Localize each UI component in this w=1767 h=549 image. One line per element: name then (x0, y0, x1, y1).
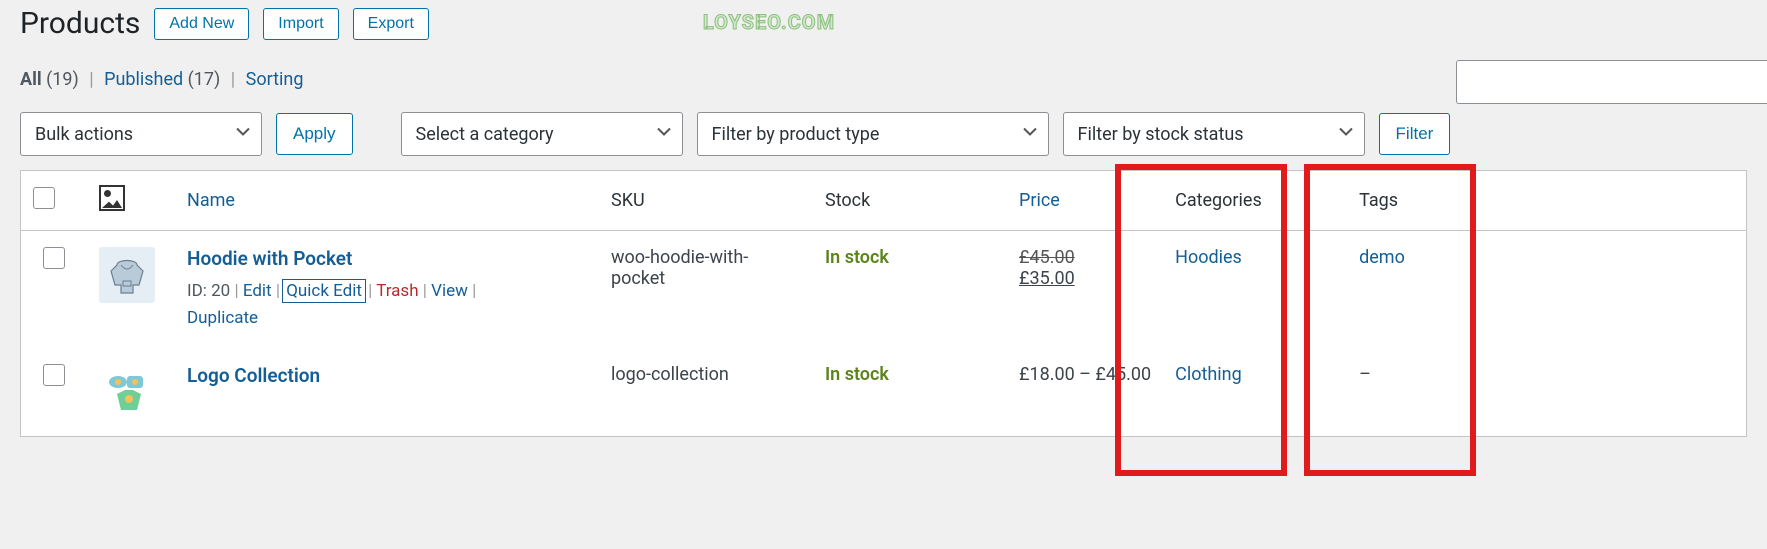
select-type-label: Filter by product type (712, 124, 880, 145)
table-row: Logo Collection logo-collection In stock… (21, 348, 1747, 437)
category-link[interactable]: Hoodies (1175, 247, 1242, 268)
product-sku: woo-hoodie-with-pocket (599, 231, 813, 349)
select-stock-status[interactable]: Filter by stock status (1063, 112, 1365, 156)
quick-edit-link[interactable]: Quick Edit (284, 281, 364, 301)
product-thumbnail[interactable] (99, 364, 155, 420)
import-button[interactable]: Import (263, 8, 338, 40)
tag-empty: – (1359, 364, 1371, 385)
category-link[interactable]: Clothing (1175, 364, 1242, 385)
logo-collection-icon (103, 368, 151, 416)
bulk-actions-select[interactable]: Bulk actions (20, 112, 262, 156)
export-button[interactable]: Export (353, 8, 429, 40)
table-row: Hoodie with Pocket ID: 20 | Edit | Quick… (21, 231, 1747, 349)
stock-status: In stock (825, 247, 889, 268)
row-checkbox[interactable] (43, 247, 65, 269)
filter-published-link[interactable]: Published (104, 69, 183, 90)
price-old: £45.00 (1019, 247, 1075, 268)
product-title-link[interactable]: Logo Collection (187, 364, 320, 387)
select-product-type[interactable]: Filter by product type (697, 112, 1049, 156)
column-price[interactable]: Price (1007, 171, 1163, 231)
hoodie-icon (103, 251, 151, 299)
column-tags: Tags (1347, 171, 1491, 231)
chevron-down-icon (1338, 124, 1354, 145)
filter-all-count: (19) (46, 69, 79, 90)
chevron-down-icon (656, 124, 672, 145)
price-new: £35.00 (1019, 268, 1075, 289)
duplicate-link[interactable]: Duplicate (187, 308, 258, 328)
column-name[interactable]: Name (175, 171, 599, 231)
column-stock: Stock (813, 171, 1007, 231)
row-checkbox[interactable] (43, 364, 65, 386)
select-category[interactable]: Select a category (401, 112, 683, 156)
product-thumbnail[interactable] (99, 247, 155, 303)
product-sku: logo-collection (599, 348, 813, 437)
filter-all-label[interactable]: All (20, 69, 42, 90)
column-categories: Categories (1163, 171, 1347, 231)
products-table: Name SKU Stock Price Categories Tags (20, 170, 1747, 437)
stock-status: In stock (825, 364, 889, 385)
filter-sorting-link[interactable]: Sorting (246, 69, 304, 90)
product-id-label: ID: 20 (187, 281, 230, 301)
column-sku: SKU (599, 171, 813, 231)
product-title-link[interactable]: Hoodie with Pocket (187, 247, 352, 270)
filter-button[interactable]: Filter (1379, 113, 1451, 155)
filter-published-count: (17) (188, 69, 221, 90)
tag-link[interactable]: demo (1359, 247, 1405, 268)
row-actions: ID: 20 | Edit | Quick Edit | Trash | Vie… (187, 278, 587, 332)
price-range: £18.00 – £45.00 (1007, 348, 1163, 437)
view-link[interactable]: View (431, 281, 468, 301)
bulk-actions-label: Bulk actions (35, 124, 133, 145)
add-new-button[interactable]: Add New (154, 8, 249, 40)
edit-link[interactable]: Edit (243, 281, 272, 301)
select-stock-label: Filter by stock status (1078, 124, 1244, 145)
watermark-text: LOYSEO.COM (703, 10, 835, 34)
chevron-down-icon (235, 124, 251, 145)
trash-link[interactable]: Trash (376, 281, 418, 301)
select-category-label: Select a category (416, 124, 554, 145)
image-column-icon (99, 185, 125, 211)
page-title: Products (20, 6, 140, 41)
select-all-checkbox[interactable] (33, 187, 55, 209)
apply-button[interactable]: Apply (276, 113, 353, 155)
chevron-down-icon (1022, 124, 1038, 145)
search-input[interactable] (1456, 60, 1767, 104)
